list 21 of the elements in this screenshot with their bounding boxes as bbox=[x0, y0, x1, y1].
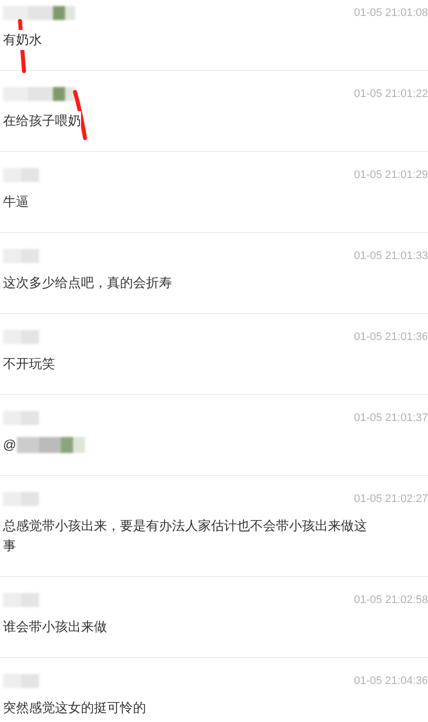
comment-time: 01-05 21:01:08 bbox=[354, 6, 428, 21]
blurred-name bbox=[3, 249, 39, 263]
comment-time: 01-05 21:01:33 bbox=[354, 248, 428, 264]
mention-text: @ bbox=[3, 436, 16, 454]
blurred-name bbox=[3, 330, 39, 344]
blurred-name bbox=[3, 492, 39, 506]
blurred-name bbox=[3, 411, 39, 425]
comment-time: 01-05 21:01:22 bbox=[354, 86, 428, 102]
comment-time: 01-05 21:04:36 bbox=[354, 674, 428, 689]
blurred-name bbox=[3, 674, 39, 688]
blurred-name bbox=[3, 87, 75, 101]
blurred-name bbox=[17, 437, 86, 453]
comment-time: 01-05 21:01:37 bbox=[354, 410, 428, 426]
blurred-name bbox=[3, 168, 39, 182]
blurred-name bbox=[3, 6, 75, 20]
comment-time: 01-05 21:02:58 bbox=[354, 592, 428, 608]
comment-text: 有奶水 bbox=[3, 30, 42, 50]
comment-time: 01-05 21:02:27 bbox=[354, 492, 428, 507]
blurred-name bbox=[3, 593, 39, 607]
comment-time: 01-05 21:01:29 bbox=[354, 168, 428, 183]
comment-time: 01-05 21:01:36 bbox=[354, 330, 428, 345]
